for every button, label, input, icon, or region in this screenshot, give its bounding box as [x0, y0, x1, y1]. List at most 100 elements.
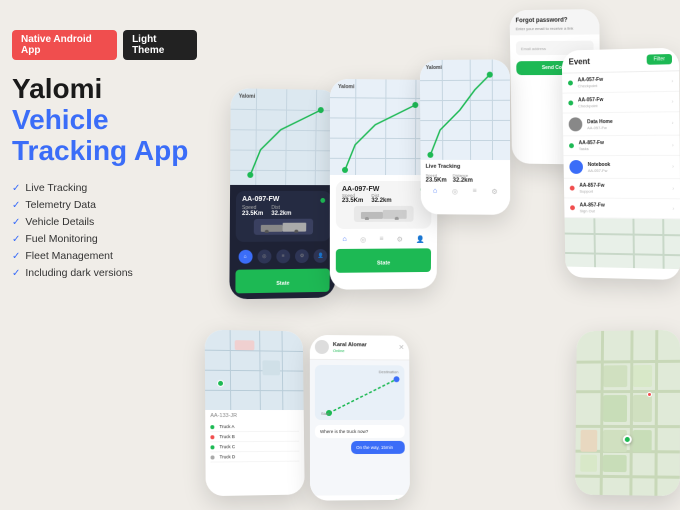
- item-sub: Tasks: [579, 146, 672, 151]
- status-dot: [568, 100, 573, 105]
- stat-dist: Dist 32.2km: [371, 193, 391, 204]
- phone-chat: Karal Alomar Online ✕ Start Destination …: [310, 335, 410, 501]
- item-sub: Support: [579, 189, 672, 195]
- item-label: Truck B: [219, 434, 234, 439]
- truck-id-dark: AA-097-FW: [242, 196, 279, 203]
- check-icon: ✓: [12, 251, 20, 262]
- android-badge: Native Android App: [12, 30, 117, 60]
- phone-map-view: [575, 330, 680, 496]
- nav-home4[interactable]: ⌂: [433, 188, 437, 196]
- nav-list-light[interactable]: ≡: [379, 236, 383, 244]
- route7-svg: [319, 369, 407, 417]
- nav-map[interactable]: ◎: [257, 250, 271, 264]
- truck-marker: [647, 392, 652, 397]
- forgot-title: Forgot password?: [516, 17, 594, 24]
- map-block: [604, 365, 628, 387]
- list-item: Truck B: [210, 432, 299, 442]
- phone-route-tracking: Yalomi Live Tracking Speed 23.5Km: [420, 59, 510, 215]
- road-h: [576, 425, 680, 428]
- contact-info: Karal Alomar Online: [333, 342, 367, 353]
- phone8-map: [575, 330, 680, 496]
- nav-settings[interactable]: ⚙: [295, 249, 309, 263]
- phone4-bottom: Live Tracking Speed 23.5Km Distance 32.2…: [421, 160, 511, 215]
- truck-id-light: AA-097-FW: [342, 186, 379, 193]
- state-btn-light[interactable]: State: [336, 248, 431, 273]
- chevron-right-icon: ›: [672, 120, 674, 126]
- route-visual: Start Destination: [315, 365, 405, 420]
- chevron-right-icon: ›: [672, 186, 674, 192]
- location-marker: [623, 435, 632, 444]
- check-icon: ✓: [12, 200, 20, 211]
- contact-row: Karal Alomar Online ✕: [315, 340, 404, 355]
- truck-silhouette: [254, 219, 313, 235]
- stat-item: Speed 23.5Km: [426, 173, 447, 184]
- map-v: [662, 219, 664, 269]
- map-block: [603, 455, 627, 472]
- title-line3: Tracking App: [12, 136, 197, 167]
- phone-dark-tracking: Yalomi AA-097-FW Speed 23.5Km: [229, 88, 338, 299]
- feature-2: ✓ Telemetry Data: [12, 199, 197, 211]
- check-icon: ✓: [12, 268, 20, 279]
- phone6-map: [205, 330, 304, 410]
- contact-status: Online: [333, 348, 367, 353]
- map-v: [632, 219, 635, 268]
- badges-container: Native Android App Light Theme: [12, 30, 197, 60]
- check-icon: ✓: [12, 183, 20, 194]
- send-btn[interactable]: ›: [391, 499, 405, 501]
- filter-btn[interactable]: Filter: [647, 54, 672, 65]
- phone-list-view: AA-133-JR Truck A Truck B Truck C Truck …: [205, 330, 305, 497]
- nav-gear4[interactable]: ⚙: [491, 188, 497, 196]
- status-dot: [569, 143, 574, 148]
- phone1-map: Yalomi: [230, 88, 339, 185]
- nav-map4[interactable]: ◎: [452, 188, 458, 196]
- road-h: [575, 475, 679, 479]
- item-sub: Checkpoint: [578, 82, 672, 89]
- contact-name: Karal Alomar: [333, 342, 367, 348]
- message-input[interactable]: Message...: [315, 500, 387, 501]
- item-text: AA-857-Fw Sign Out: [580, 202, 673, 214]
- location-marker: [217, 380, 224, 387]
- nav-list4[interactable]: ≡: [473, 188, 477, 196]
- close-icon[interactable]: ✕: [398, 344, 404, 352]
- title-line1: Yalomi: [12, 74, 197, 105]
- map-block: [633, 430, 652, 452]
- nav-settings-light[interactable]: ⚙: [397, 236, 403, 244]
- road-h: [577, 360, 680, 364]
- nav-profile-light[interactable]: 👤: [416, 236, 425, 244]
- nav-map-light[interactable]: ◎: [360, 236, 366, 244]
- stat-speed: Speed 23.5Km: [242, 205, 263, 217]
- item-text: AA-857-Fw Tasks: [579, 140, 672, 151]
- list-item: Data Home AA-057-Fw ›: [563, 112, 680, 136]
- avatar: [315, 340, 329, 354]
- list-item: Notebook AA-057-Fw ›: [563, 156, 679, 179]
- nav-list[interactable]: ≡: [276, 249, 290, 263]
- item-sub: Checkpoint: [578, 102, 672, 108]
- status-dot: [210, 425, 214, 429]
- tracking-info: Live Tracking: [426, 164, 506, 170]
- truck-card-dark: AA-097-FW Speed 23.5Km Dist 32.2km: [236, 191, 331, 242]
- stat-speed: Speed 23.5Km: [342, 193, 363, 204]
- route4-svg: [420, 59, 510, 160]
- state-btn[interactable]: State: [235, 269, 329, 294]
- map-block: [633, 395, 652, 422]
- map-block-tan: [580, 430, 597, 452]
- feature-1: ✓ Live Tracking: [12, 182, 197, 194]
- left-section: Native Android App Light Theme Yalomi Ve…: [12, 30, 197, 284]
- map-block: [603, 395, 627, 422]
- nav-home-light[interactable]: ⌂: [343, 236, 347, 244]
- nav-home[interactable]: ⌂: [238, 250, 252, 264]
- features-list: ✓ Live Tracking ✓ Telemetry Data ✓ Vehic…: [12, 182, 197, 279]
- feature-5: ✓ Fleet Management: [12, 250, 197, 262]
- truck-card-light: AA-097-FW Speed 23.5Km Dist 32.2km: [336, 181, 432, 229]
- nav-icons-dark: ⌂ ◎ ≡ ⚙ 👤: [236, 245, 331, 268]
- list-item: Truck D: [210, 452, 299, 463]
- item-text: AA-057-Fw Checkpoint: [578, 76, 672, 89]
- chevron-right-icon: ›: [672, 99, 674, 105]
- map-block: [235, 340, 255, 350]
- map-v: [593, 218, 596, 267]
- check-icon: ✓: [12, 234, 20, 245]
- item-text: Data Home AA-057-Fw: [587, 118, 672, 130]
- truck-icon: [259, 221, 308, 233]
- status-dot-red: [570, 205, 575, 210]
- nav-profile[interactable]: 👤: [314, 249, 328, 263]
